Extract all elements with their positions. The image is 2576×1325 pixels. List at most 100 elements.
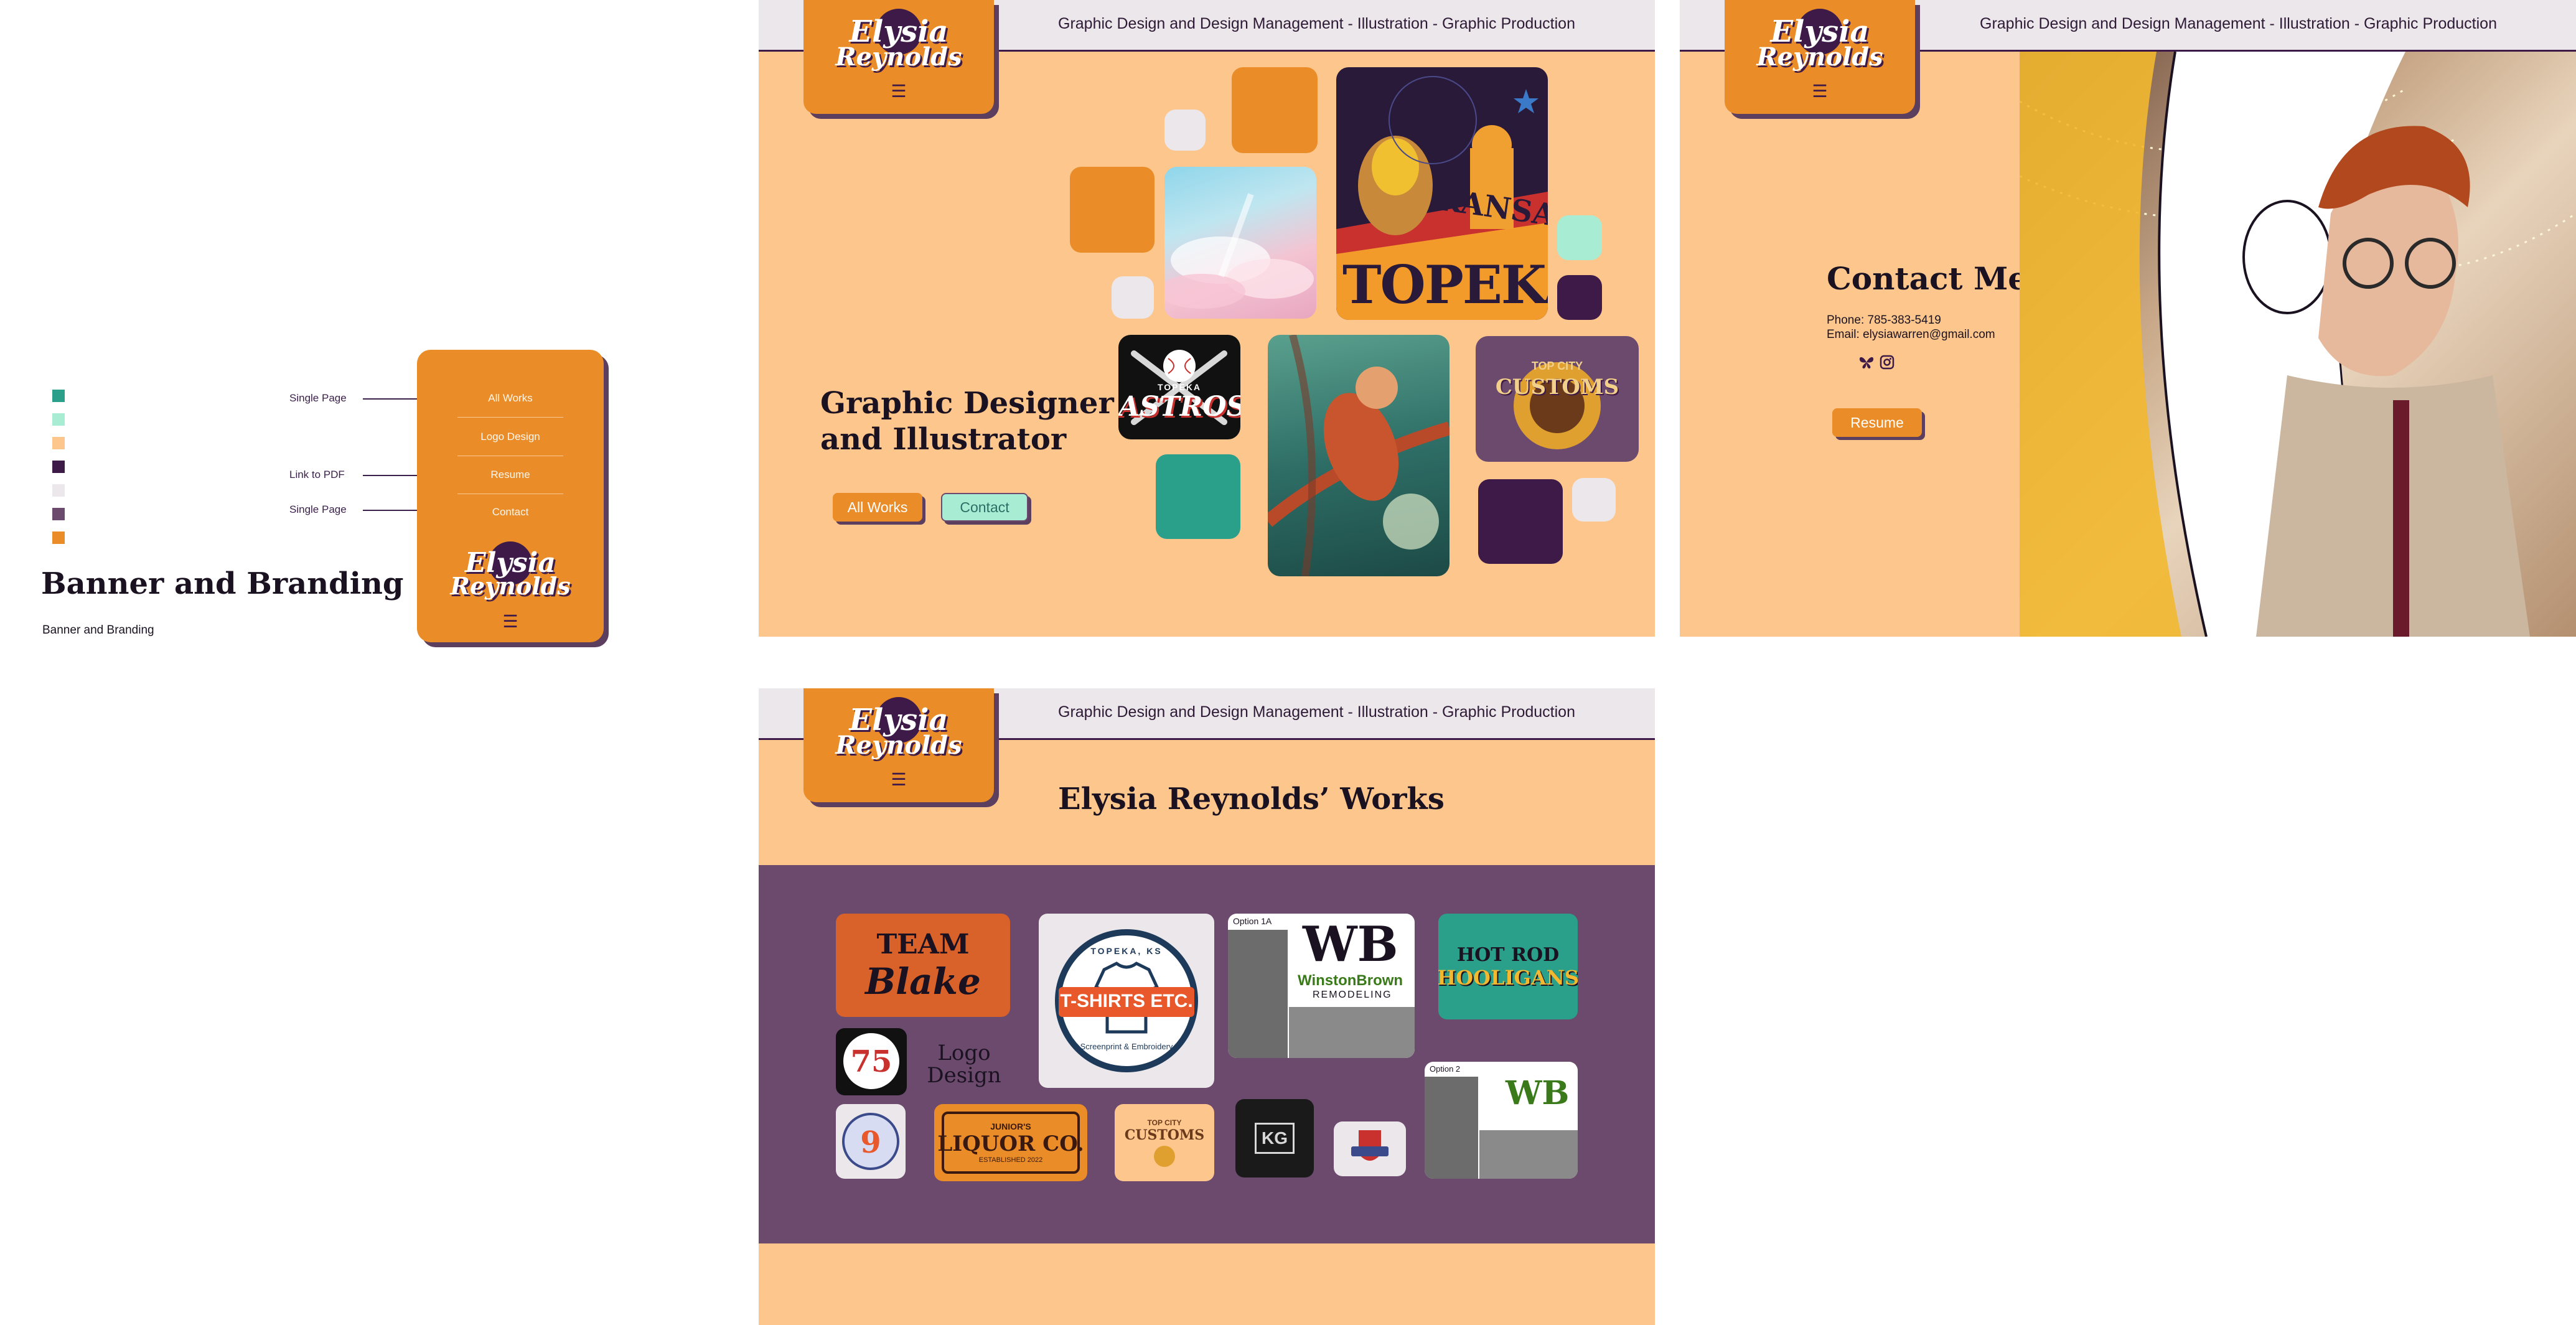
- menu-item-resume[interactable]: Resume: [417, 469, 604, 481]
- logo-winston-brown-option-1a[interactable]: Option 1A WB WinstonBrown REMODELING: [1228, 914, 1415, 1058]
- header-logo-card: Elysia Reynolds ☰: [1725, 0, 1915, 114]
- logo-celebration-badge[interactable]: 9: [836, 1104, 906, 1179]
- artwork-clouds[interactable]: [1164, 167, 1316, 319]
- hero-headline-line1: Graphic Designer: [820, 386, 1114, 421]
- liquor-sub-label: ESTABLISHED 2022: [978, 1156, 1043, 1164]
- red-panda-illustration: [1268, 335, 1450, 576]
- artwork-top-city-customs[interactable]: TOP CITY CUSTOMS: [1476, 336, 1639, 462]
- customs-label: CUSTOMS: [1495, 375, 1619, 400]
- customs-main-label: CUSTOMS: [1124, 1127, 1205, 1143]
- decor-tile: [1232, 67, 1318, 153]
- logo-design-section: TEAM Blake TOPEKA, KS T-SHIRTS ETC. Scre…: [759, 865, 1655, 1243]
- customs-top-label: TOP CITY: [1147, 1118, 1182, 1127]
- badge-75-label: 75: [850, 1044, 892, 1079]
- menu-item-contact[interactable]: Contact: [417, 506, 604, 518]
- logo-75-anniversary[interactable]: 75: [836, 1028, 907, 1095]
- butterfly-icon[interactable]: [1858, 355, 1875, 370]
- decor-tile: [1156, 454, 1240, 539]
- wb-mark: WB: [1303, 916, 1398, 973]
- menu-item-logo-design[interactable]: Logo Design: [417, 431, 604, 443]
- contact-page-frame: Graphic Design and Design Management - I…: [1680, 0, 2576, 637]
- wb-option-2-label: Option 2: [1430, 1064, 1461, 1074]
- wb-mark: WB: [1506, 1074, 1570, 1112]
- site-tagline: Graphic Design and Design Management - I…: [1058, 15, 1575, 32]
- style-guide-subtitle: Banner and Branding: [42, 624, 154, 637]
- wb-variants: [1479, 1130, 1578, 1179]
- decor-tile: [1557, 215, 1602, 260]
- color-swatch-peach: [52, 437, 65, 449]
- topeka-label: TOPEKA: [1342, 254, 1548, 316]
- hamburger-menu-icon[interactable]: ☰: [498, 611, 523, 632]
- logo-kg[interactable]: KG: [1235, 1099, 1314, 1178]
- brand-logo[interactable]: Elysia Reynolds: [450, 541, 571, 605]
- contact-phone: Phone: 785-383-5419: [1827, 314, 1941, 327]
- home-page-frame: Graphic Design and Design Management - I…: [759, 0, 1655, 637]
- menu-divider: [457, 417, 563, 418]
- color-swatch-plum: [52, 461, 65, 473]
- clouds-illustration: [1164, 193, 1314, 309]
- header-logo-card: Elysia Reynolds ☰: [803, 688, 994, 802]
- wb-sidebar: [1228, 930, 1288, 1058]
- logo-design-label-2: Design: [927, 1063, 1001, 1088]
- color-swatch-mint: [52, 413, 65, 426]
- artwork-kansas-topeka[interactable]: KANSAS TOPEKA: [1336, 67, 1548, 320]
- color-swatch-teal: [52, 390, 65, 402]
- tshirts-main-label: T-SHIRTS ETC.: [1060, 991, 1193, 1011]
- team-blake-label-1: TEAM: [876, 928, 970, 960]
- brand-logo[interactable]: Elysia Reynolds: [835, 7, 962, 80]
- works-page-frame: Graphic Design and Design Management - I…: [759, 688, 1655, 1325]
- hamburger-menu-icon[interactable]: ☰: [1807, 81, 1832, 101]
- contact-email[interactable]: Email: elysiawarren@gmail.com: [1827, 328, 1995, 342]
- wb-sub: REMODELING: [1313, 990, 1392, 1000]
- brand-logo[interactable]: Elysia Reynolds: [1756, 7, 1883, 80]
- decor-tile: [1112, 276, 1154, 319]
- team-blake-label-2: Blake: [865, 960, 981, 1003]
- menu-item-all-works[interactable]: All Works: [417, 392, 604, 405]
- liquor-main-label: LIQUOR CO.: [937, 1131, 1084, 1156]
- logo-juniors-liquor[interactable]: JUNIOR'S LIQUOR CO. ESTABLISHED 2022: [934, 1104, 1087, 1181]
- hamburger-menu-icon[interactable]: ☰: [886, 769, 911, 790]
- decor-tile: [1478, 479, 1563, 564]
- annotation-single-page-2: Single Page: [289, 503, 347, 515]
- brand-logo-line2: Reynolds: [1756, 42, 1883, 72]
- site-tagline: Graphic Design and Design Management - I…: [1980, 15, 2497, 32]
- astros-label: ASTROS: [1118, 391, 1240, 423]
- decor-tile: [1557, 275, 1602, 320]
- all-works-button[interactable]: All Works: [833, 493, 922, 522]
- artwork-topeka-astros[interactable]: TOPEKA ASTROS: [1118, 335, 1240, 439]
- contact-button[interactable]: Contact: [941, 493, 1028, 522]
- brand-logo[interactable]: Elysia Reynolds: [835, 696, 962, 768]
- hotrod-label-1: HOT ROD: [1456, 943, 1560, 966]
- color-swatch-orange: [52, 531, 65, 544]
- brand-logo-line2: Reynolds: [835, 42, 962, 72]
- style-guide-title: Banner and Branding: [41, 566, 404, 601]
- decor-tile: [1070, 167, 1155, 253]
- wb-variants: [1289, 1007, 1415, 1058]
- hotrod-label-2: HOOLIGANS: [1438, 965, 1578, 990]
- logo-tshirts-etc[interactable]: TOPEKA, KS T-SHIRTS ETC. Screenprint & E…: [1039, 914, 1214, 1088]
- decor-tile: [1572, 478, 1616, 522]
- logo-red-shield-badge[interactable]: [1334, 1121, 1406, 1176]
- logo-top-city-customs[interactable]: TOP CITY CUSTOMS: [1115, 1104, 1214, 1181]
- brand-logo-line2: Reynolds: [835, 730, 962, 760]
- hero-headline-line2: and Illustrator: [820, 422, 1067, 457]
- kg-label: KG: [1255, 1123, 1295, 1154]
- logo-winston-brown-option-2[interactable]: Option 2 WB: [1425, 1062, 1578, 1179]
- svg-text:9: 9: [860, 1125, 881, 1160]
- contact-heading: Contact Me: [1827, 260, 2028, 297]
- wb-name: WinstonBrown: [1298, 972, 1403, 989]
- instagram-icon[interactable]: [1880, 355, 1895, 370]
- logo-hot-rod-hooligans[interactable]: HOT ROD HOOLIGANS: [1438, 914, 1578, 1019]
- color-swatch-mauve: [52, 508, 65, 520]
- annotation-single-page: Single Page: [289, 392, 347, 404]
- annotation-link-to-pdf: Link to PDF: [289, 469, 345, 480]
- sunflower-icon: [1154, 1146, 1175, 1167]
- artwork-red-panda[interactable]: [1268, 335, 1450, 576]
- hamburger-menu-icon[interactable]: ☰: [886, 81, 911, 101]
- resume-button[interactable]: Resume: [1832, 408, 1922, 437]
- celebration-badge-icon: 9: [842, 1113, 899, 1170]
- logo-team-blake[interactable]: TEAM Blake: [836, 914, 1010, 1017]
- color-swatch-light-gray: [52, 484, 65, 497]
- customs-top-label: TOP CITY: [1531, 360, 1583, 372]
- wb-option-1a-label: Option 1A: [1233, 916, 1272, 926]
